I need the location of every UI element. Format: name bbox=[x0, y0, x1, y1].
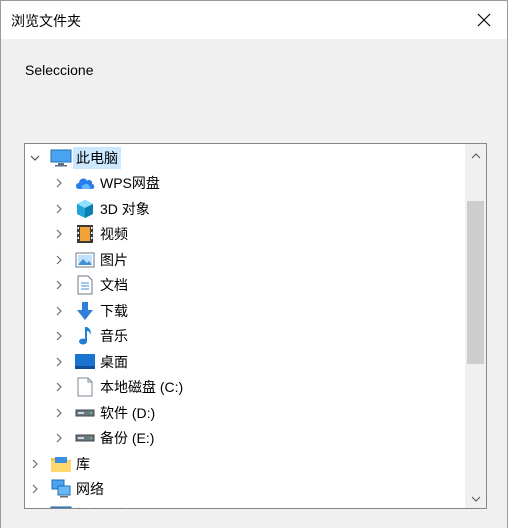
tree-item[interactable]: 3D 对象 bbox=[52, 196, 150, 221]
tree-item[interactable]: 备份 (E:) bbox=[52, 426, 154, 451]
tree-item-label: 视频 bbox=[100, 226, 128, 242]
scroll-thumb[interactable] bbox=[467, 201, 484, 364]
tree-item-label: 此电脑 bbox=[73, 146, 121, 169]
tree-item[interactable]: 视频 bbox=[52, 222, 128, 247]
chevron-right-icon bbox=[56, 280, 62, 290]
tree-item-label: 库 bbox=[76, 455, 90, 472]
tree-item[interactable]: 文档 bbox=[52, 273, 128, 298]
pictures-folder-icon bbox=[74, 250, 96, 270]
download-icon bbox=[74, 301, 96, 321]
chevron-right-icon bbox=[56, 178, 62, 188]
tree-item[interactable]: 音乐 bbox=[52, 324, 128, 349]
3d-objects-icon bbox=[74, 199, 96, 219]
window-title: 浏览文件夹 bbox=[11, 13, 81, 29]
scroll-down-button[interactable] bbox=[465, 490, 486, 508]
tree-item-label: 图片 bbox=[100, 251, 128, 268]
chevron-right-icon bbox=[56, 331, 62, 341]
close-button[interactable] bbox=[461, 1, 507, 39]
tree-item-label: 文档 bbox=[100, 277, 128, 293]
tree-item-label: 本地磁盘 (C:) bbox=[100, 379, 184, 395]
chevron-right-icon bbox=[32, 484, 38, 494]
title-bar: 浏览文件夹 bbox=[1, 1, 507, 39]
tree-expander[interactable] bbox=[52, 380, 66, 394]
vertical-scrollbar[interactable] bbox=[465, 144, 486, 508]
tree-item-label: 备份 (E:) bbox=[100, 430, 155, 446]
tree-item-label: 下载 bbox=[100, 302, 128, 319]
cloud-drive-icon bbox=[74, 173, 96, 193]
tree-expander[interactable] bbox=[52, 431, 66, 445]
chevron-right-icon bbox=[56, 306, 62, 315]
network-icon bbox=[50, 479, 72, 499]
chevron-right-icon bbox=[56, 204, 62, 213]
tree-expander[interactable] bbox=[52, 176, 66, 190]
tree-expander[interactable] bbox=[52, 329, 66, 343]
tree-item[interactable]: 桌面 bbox=[52, 349, 128, 374]
tree-item[interactable]: 网络 bbox=[28, 477, 104, 502]
tree-item[interactable]: 软件 (D:) bbox=[52, 400, 155, 425]
chevron-down-icon bbox=[30, 155, 40, 161]
desktop-icon bbox=[74, 352, 96, 372]
tree-expander[interactable] bbox=[52, 355, 66, 369]
tree-expander[interactable] bbox=[52, 406, 66, 420]
folder-tree[interactable]: 此电脑 WPS网盘 3D 对象视频图片文档下载音乐桌面本地磁盘 (C:) 软件 (D:… bbox=[24, 143, 487, 509]
tree-item[interactable]: 库 bbox=[28, 451, 90, 476]
computer-icon bbox=[50, 148, 72, 168]
tree-item[interactable]: 此电脑 bbox=[28, 145, 121, 170]
tree-item-label: WPS网盘 bbox=[100, 175, 160, 191]
tree-item[interactable]: 本地磁盘 (C:) bbox=[52, 375, 183, 400]
chevron-down-icon bbox=[471, 496, 480, 502]
tree-expander[interactable] bbox=[52, 227, 66, 241]
tree-expander[interactable] bbox=[28, 151, 42, 165]
dialog-prompt: Seleccione bbox=[25, 62, 94, 78]
tree-item-label: 网络 bbox=[76, 481, 104, 497]
tree-item-label: 桌面 bbox=[100, 353, 128, 370]
tree-expander[interactable] bbox=[28, 457, 42, 471]
tree-item-label: 3D 对象 bbox=[100, 200, 150, 217]
drive-icon bbox=[74, 428, 96, 448]
chevron-right-icon bbox=[56, 408, 62, 417]
dialog-bottom-area bbox=[1, 509, 507, 528]
tree-item-label: 音乐 bbox=[100, 328, 128, 344]
music-icon bbox=[74, 326, 96, 346]
tree-item[interactable]: 图片 bbox=[52, 247, 128, 272]
chevron-right-icon bbox=[56, 255, 62, 264]
tree-item[interactable]: WPS网盘 bbox=[52, 171, 160, 196]
tree-item-label: 软件 (D:) bbox=[100, 404, 156, 421]
drive-icon bbox=[74, 403, 96, 423]
close-icon bbox=[477, 13, 491, 27]
chevron-right-icon bbox=[56, 433, 62, 443]
library-icon bbox=[50, 454, 72, 474]
chevron-right-icon bbox=[32, 459, 38, 468]
tree-item[interactable]: 控制面板 bbox=[28, 502, 132, 508]
drive-c-icon bbox=[74, 377, 96, 397]
tree-item[interactable]: 下载 bbox=[52, 298, 128, 323]
video-folder-icon bbox=[74, 224, 96, 244]
tree-expander[interactable] bbox=[52, 202, 66, 216]
tree-expander[interactable] bbox=[52, 253, 66, 267]
chevron-right-icon bbox=[56, 229, 62, 239]
chevron-right-icon bbox=[56, 357, 62, 366]
tree-expander[interactable] bbox=[52, 278, 66, 292]
documents-folder-icon bbox=[74, 275, 96, 295]
tree-expander[interactable] bbox=[28, 482, 42, 496]
chevron-right-icon bbox=[56, 382, 62, 392]
scroll-up-button[interactable] bbox=[465, 147, 486, 165]
chevron-up-icon bbox=[471, 153, 480, 159]
tree-expander[interactable] bbox=[52, 304, 66, 318]
browse-folder-dialog: 浏览文件夹 Seleccione 此电脑 WPS网盘 3D 对象视频图片文档下载音乐… bbox=[0, 0, 508, 528]
